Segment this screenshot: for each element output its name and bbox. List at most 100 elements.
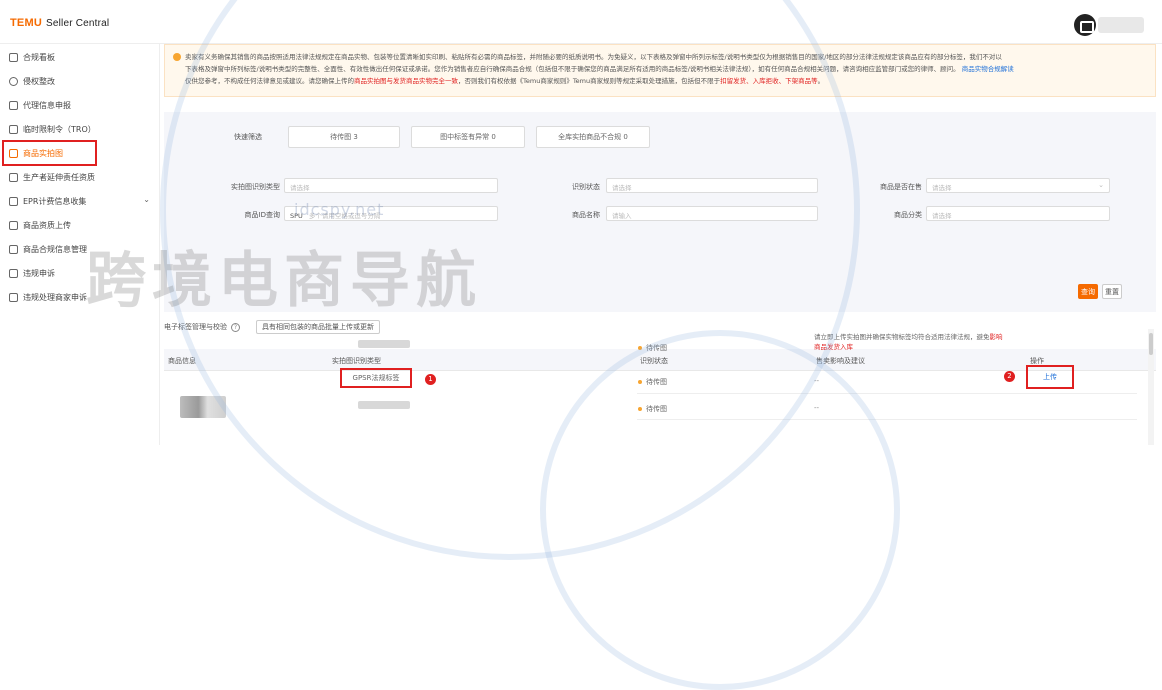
checklist-icon xyxy=(9,52,18,62)
filter-panel: 快速筛选 待传图 3 图中标签有异常 0 全库实拍商品不合规 0 实拍图识别类型… xyxy=(164,112,1156,312)
warning-icon xyxy=(173,53,181,61)
notice-line-2: 下表格及弹窗中所列标签/说明书类型的完整性、全面性、有效性做出任何保证或承诺。您… xyxy=(185,65,960,73)
quick-filter-label: 快速筛选 xyxy=(234,133,262,141)
row-divider xyxy=(637,419,1137,420)
sidebar-item-violation-appeal[interactable]: 违规申诉 xyxy=(4,262,156,284)
sidebar-item-label: 临时限制令（TRO） xyxy=(23,124,96,134)
upload-icon xyxy=(9,220,18,230)
upload-action-highlight: 上传 xyxy=(1026,365,1074,389)
quick-filter-pending[interactable]: 待传图 3 xyxy=(288,126,400,148)
product-thumbnail[interactable] xyxy=(180,396,226,418)
category-select[interactable]: 请选择 xyxy=(926,206,1110,221)
category-label: 商品分类 xyxy=(894,211,922,219)
shop-icon xyxy=(9,292,18,302)
scrollbar-thumb[interactable] xyxy=(1149,333,1153,355)
sidebar-item-label: 违规处理商家申诉 xyxy=(23,292,87,302)
certificate-icon xyxy=(9,172,18,182)
sidebar-item-label: EPR计费信息收集 xyxy=(23,196,87,206)
annotation-badge-1: 1 xyxy=(425,374,436,385)
col-product-info: 商品信息 xyxy=(168,357,196,365)
pending-dot-icon xyxy=(638,380,642,384)
product-query-label: 商品ID查询 xyxy=(244,211,280,219)
photo-type-select[interactable]: 请选择 xyxy=(284,178,498,193)
product-id-input[interactable]: SPU 多个请用空格或逗号分隔 xyxy=(284,206,498,221)
appeal-icon xyxy=(9,268,18,278)
sidebar-item-label: 代理信息申报 xyxy=(23,100,71,110)
sidebar-item-product-photos[interactable]: 商品实拍图 xyxy=(2,140,97,166)
blurred-username xyxy=(1098,17,1144,33)
recog-status-label: 识别状态 xyxy=(572,183,600,191)
query-button[interactable]: 查询 xyxy=(1078,284,1098,299)
sidebar-item-label: 违规申诉 xyxy=(23,268,55,278)
batch-upload-button[interactable]: 具有相同包装的商品批量上传或更新 xyxy=(256,320,380,334)
in-stock-select[interactable]: 请选择 ⌄ xyxy=(926,178,1110,193)
folder-icon xyxy=(9,244,18,254)
notice-warning-2: 扣留发货、入库拒收、下架商品等 xyxy=(720,77,818,85)
sidebar-item-merchant-appeal[interactable]: 违规处理商家申诉 xyxy=(4,286,156,308)
compliance-guide-link[interactable]: 商品实物合规解读 xyxy=(962,65,1014,73)
notice-warning-1: 商品实拍图与发货商品实物完全一致 xyxy=(354,77,458,85)
table-scrollbar[interactable] xyxy=(1148,329,1154,445)
col-sales-impact: 售卖影响及建议 xyxy=(816,357,865,365)
sidebar-item-qualification-upload[interactable]: 商品资质上传 xyxy=(4,214,156,236)
chevron-down-icon[interactable]: ⌄ xyxy=(143,195,150,204)
sidebar-item-label: 商品实拍图 xyxy=(23,148,63,158)
sidebar: 合规看板 侵权整改 代理信息申报 临时限制令（TRO） 商品实拍图 生产者延伸责… xyxy=(0,44,160,445)
chevron-down-icon: ⌄ xyxy=(1098,181,1104,189)
row-divider xyxy=(637,393,1137,394)
top-header: TEMU Seller Central xyxy=(0,0,1162,44)
col-recog-status: 识别状态 xyxy=(640,357,668,365)
pending-dot-icon xyxy=(638,407,642,411)
sidebar-item-producer-responsibility[interactable]: 生产者延伸责任资质 xyxy=(4,166,156,188)
alert-circle-icon xyxy=(9,76,18,86)
col-photo-type: 实拍图识别类型 xyxy=(332,357,381,365)
sidebar-item-tro[interactable]: 临时限制令（TRO） xyxy=(4,118,156,140)
compliance-notice: 卖家有义务确保其销售的商品按照适用法律法规规定在商品实物、包装等位置清晰如实印刷… xyxy=(164,44,1156,97)
upload-link[interactable]: 上传 xyxy=(1043,372,1057,382)
sidebar-item-agent-info[interactable]: 代理信息申报 xyxy=(4,94,156,116)
sidebar-item-label: 合规看板 xyxy=(23,52,55,62)
notice-line-3: 仅供您参考，不构成任何法律意见或建议。请您确保上传的 xyxy=(185,77,354,85)
main-content: 卖家有义务确保其销售的商品按照适用法律法规规定在商品实物、包装等位置清晰如实印刷… xyxy=(162,44,1160,445)
recog-status-select[interactable]: 请选择 xyxy=(606,178,818,193)
status-badge: 待传图 xyxy=(638,343,667,353)
sidebar-item-label: 侵权整改 xyxy=(23,76,55,86)
label-check-text: 电子标签管理与校验 xyxy=(164,323,227,331)
blurred-photo-type xyxy=(358,401,410,409)
sidebar-item-epr-billing[interactable]: EPR计费信息收集 ⌄ xyxy=(4,190,156,212)
product-name-label: 商品名称 xyxy=(572,211,600,219)
sidebar-item-label: 商品资质上传 xyxy=(23,220,71,230)
image-icon xyxy=(9,148,18,158)
sidebar-item-label: 商品合规信息管理 xyxy=(23,244,87,254)
help-icon[interactable]: ? xyxy=(231,322,240,332)
reset-button[interactable]: 重置 xyxy=(1102,284,1122,299)
in-stock-label: 商品是否在售 xyxy=(880,183,922,191)
sales-advice: 请立即上传实拍图并确保实物标签均符合适用法律法规，避免影响商品发货入库 xyxy=(814,333,1003,351)
notice-line-3c: 。 xyxy=(817,77,825,85)
sidebar-item-label: 生产者延伸责任资质 xyxy=(23,172,95,182)
empty-advice: -- xyxy=(814,377,820,385)
label-check-toolbar[interactable]: 电子标签管理与校验? xyxy=(164,320,240,334)
blurred-photo-type xyxy=(358,340,410,348)
user-menu[interactable] xyxy=(1074,14,1146,36)
pending-dot-icon xyxy=(638,346,642,350)
quick-filter-label-abnormal[interactable]: 图中标签有异常 0 xyxy=(411,126,525,148)
status-badge: 待传图 xyxy=(638,377,667,387)
sidebar-item-compliance-info[interactable]: 商品合规信息管理 xyxy=(4,238,156,260)
user-icon xyxy=(9,100,18,110)
sidebar-item-infringement[interactable]: 侵权整改 xyxy=(4,70,156,92)
table-row-gpsr-label: GPSR法规标签 xyxy=(340,368,412,388)
status-badge: 待传图 xyxy=(638,404,667,414)
sidebar-item-compliance-board[interactable]: 合规看板 xyxy=(4,46,156,68)
temu-logo[interactable]: TEMU Seller Central xyxy=(10,17,109,29)
quick-filter-noncompliant[interactable]: 全库实拍商品不合规 0 xyxy=(536,126,650,148)
document-icon xyxy=(9,124,18,134)
notice-line-1: 卖家有义务确保其销售的商品按照适用法律法规规定在商品实物、包装等位置清晰如实印刷… xyxy=(185,53,1002,61)
billing-icon xyxy=(9,196,18,206)
empty-advice: -- xyxy=(814,404,820,412)
product-name-input[interactable]: 请输入 xyxy=(606,206,818,221)
shop-avatar-icon[interactable] xyxy=(1074,14,1096,36)
id-type-select[interactable]: SPU xyxy=(290,212,303,220)
annotation-badge-2: 2 xyxy=(1004,371,1015,382)
logo-subtitle: Seller Central xyxy=(45,18,110,29)
